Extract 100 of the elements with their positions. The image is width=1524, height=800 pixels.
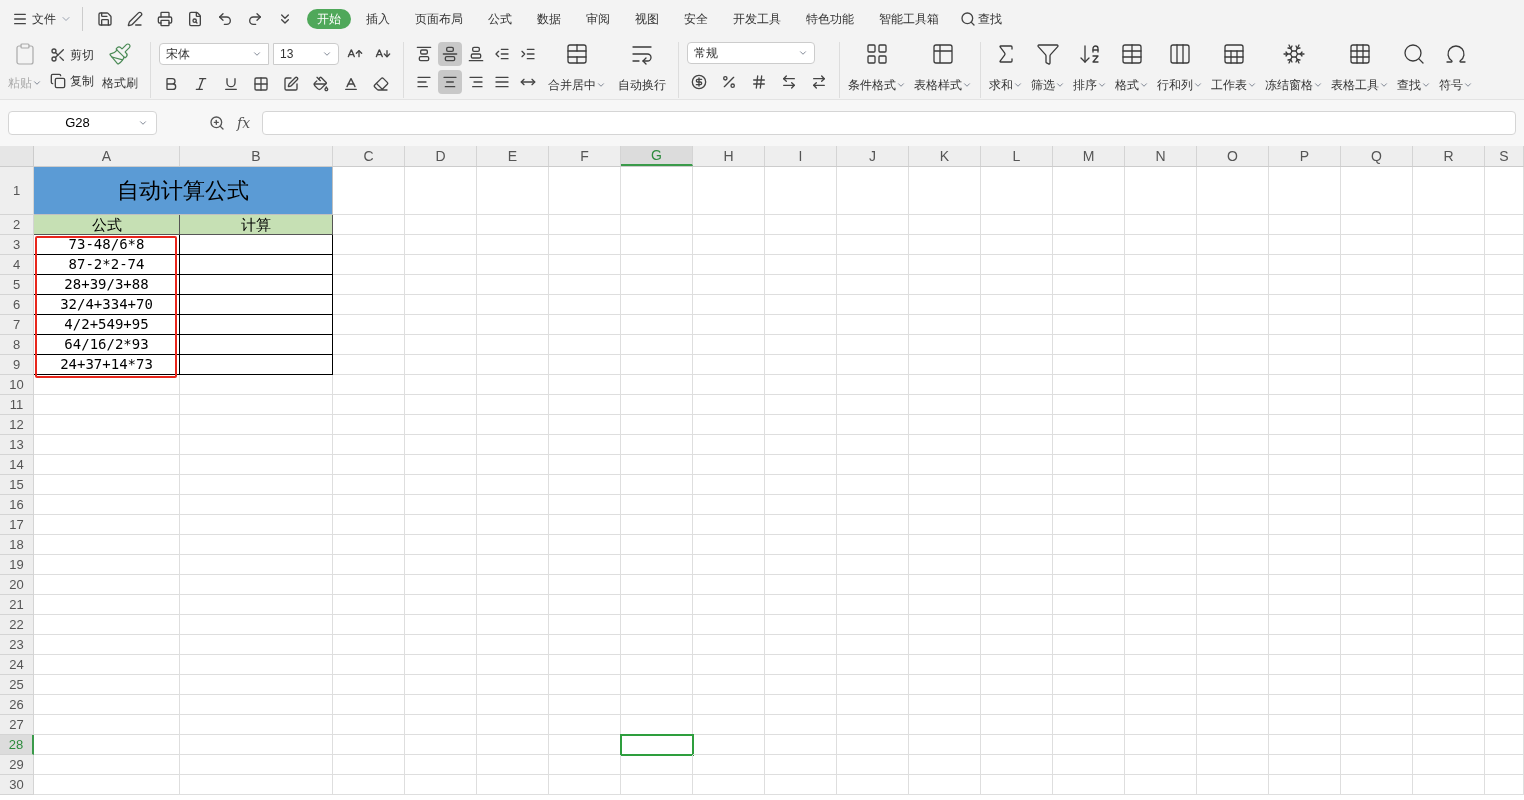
- ribbon-tab[interactable]: 公式: [478, 9, 522, 29]
- cut-button[interactable]: 剪切: [50, 46, 94, 64]
- ribbon-button[interactable]: 冻结窗格: [1261, 42, 1327, 94]
- ribbon-button[interactable]: 自动换行: [614, 42, 670, 94]
- ribbon-tab[interactable]: 开发工具: [723, 9, 791, 29]
- ribbon-button[interactable]: 行和列: [1153, 42, 1207, 94]
- row-header[interactable]: 10: [0, 375, 34, 395]
- row-header[interactable]: 1: [0, 167, 34, 215]
- column-header[interactable]: L: [981, 146, 1053, 166]
- ribbon-button[interactable]: 排序: [1069, 42, 1111, 94]
- ribbon-button[interactable]: 工作表: [1207, 42, 1261, 94]
- row-header[interactable]: 7: [0, 315, 34, 335]
- row-header[interactable]: 21: [0, 595, 34, 615]
- ribbon-tab[interactable]: 智能工具箱: [869, 9, 949, 29]
- ribbon-tab[interactable]: 数据: [527, 9, 571, 29]
- caret-icon: [1421, 80, 1431, 90]
- row-header[interactable]: 29: [0, 755, 34, 775]
- column-header[interactable]: N: [1125, 146, 1197, 166]
- row-header[interactable]: 6: [0, 295, 34, 315]
- column-header[interactable]: R: [1413, 146, 1485, 166]
- column-header[interactable]: O: [1197, 146, 1269, 166]
- row-header[interactable]: 16: [0, 495, 34, 515]
- ribbon-button[interactable]: 查找: [1393, 42, 1435, 94]
- function-label[interactable]: fx: [237, 112, 251, 134]
- ribbon-button[interactable]: 格式: [1111, 42, 1153, 94]
- column-header[interactable]: I: [765, 146, 837, 166]
- column-header[interactable]: E: [477, 146, 549, 166]
- ribbon-tab[interactable]: 页面布局: [405, 9, 473, 29]
- column-header[interactable]: K: [909, 146, 981, 166]
- row-header[interactable]: 15: [0, 475, 34, 495]
- decrease-decimal-icon: [811, 74, 827, 90]
- row-header[interactable]: 2: [0, 215, 34, 235]
- row-header[interactable]: 23: [0, 635, 34, 655]
- ribbon-button[interactable]: 表格工具: [1327, 42, 1393, 94]
- ribbon-tab[interactable]: 视图: [625, 9, 669, 29]
- column-header[interactable]: J: [837, 146, 909, 166]
- row-header[interactable]: 26: [0, 695, 34, 715]
- pen-icon: [127, 11, 143, 27]
- print-icon: [157, 11, 173, 27]
- row-header[interactable]: 14: [0, 455, 34, 475]
- column-header[interactable]: A: [34, 146, 180, 166]
- search-button[interactable]: 查找: [960, 10, 1002, 28]
- ribbon-tab[interactable]: 插入: [356, 9, 400, 29]
- row-header[interactable]: 18: [0, 535, 34, 555]
- column-header[interactable]: S: [1485, 146, 1524, 166]
- search-icon: [960, 11, 976, 27]
- row-header[interactable]: 9: [0, 355, 34, 375]
- row-header[interactable]: 22: [0, 615, 34, 635]
- formula-cell: 28+39/3+88: [34, 275, 180, 295]
- font-name-field[interactable]: 宋体: [159, 43, 269, 65]
- caret-icon: [138, 118, 148, 128]
- row-header[interactable]: 13: [0, 435, 34, 455]
- ribbon-button[interactable]: 符号: [1435, 42, 1477, 94]
- ribbon-tab[interactable]: 安全: [674, 9, 718, 29]
- row-header[interactable]: 11: [0, 395, 34, 415]
- select-all-corner[interactable]: [0, 146, 34, 166]
- row-header[interactable]: 3: [0, 235, 34, 255]
- zoom-button[interactable]: [209, 115, 225, 131]
- row-header[interactable]: 8: [0, 335, 34, 355]
- ribbon-button[interactable]: 表格样式: [910, 42, 976, 94]
- caret-icon: [962, 80, 972, 90]
- row-header[interactable]: 4: [0, 255, 34, 275]
- align-center-button[interactable]: [438, 70, 462, 94]
- ribbon-tab[interactable]: 特色功能: [796, 9, 864, 29]
- row-header[interactable]: 24: [0, 655, 34, 675]
- ribbon-tab[interactable]: 审阅: [576, 9, 620, 29]
- align-middle-button[interactable]: [438, 42, 462, 66]
- caret-icon: [798, 48, 808, 58]
- redo-icon: [247, 11, 263, 27]
- column-header[interactable]: Q: [1341, 146, 1413, 166]
- column-header[interactable]: M: [1053, 146, 1125, 166]
- row-header[interactable]: 20: [0, 575, 34, 595]
- eraser-icon: [373, 76, 389, 92]
- row-header[interactable]: 5: [0, 275, 34, 295]
- row-header[interactable]: 12: [0, 415, 34, 435]
- column-header[interactable]: P: [1269, 146, 1341, 166]
- ribbon-button[interactable]: 求和: [985, 42, 1027, 94]
- ribbon-button[interactable]: 筛选: [1027, 42, 1069, 94]
- row-header[interactable]: 19: [0, 555, 34, 575]
- selected-cell[interactable]: [621, 735, 693, 755]
- column-header[interactable]: D: [405, 146, 477, 166]
- funnel-icon: [1036, 42, 1060, 66]
- column-header[interactable]: B: [180, 146, 333, 166]
- row-header[interactable]: 27: [0, 715, 34, 735]
- formula-input[interactable]: [262, 111, 1516, 135]
- caret-icon: [252, 49, 262, 59]
- row-header[interactable]: 17: [0, 515, 34, 535]
- ribbon-button[interactable]: 合并居中: [544, 42, 610, 94]
- number-format-field[interactable]: 常规: [687, 42, 815, 64]
- copy-button[interactable]: 复制: [50, 72, 94, 90]
- format-painter-button[interactable]: 格式刷: [102, 42, 138, 92]
- row-header[interactable]: 30: [0, 775, 34, 795]
- ribbon-button[interactable]: 条件格式: [844, 42, 910, 94]
- column-header[interactable]: C: [333, 146, 405, 166]
- cell-style-icon: [283, 76, 299, 92]
- font-size-field[interactable]: 13: [273, 43, 339, 65]
- column-header[interactable]: H: [693, 146, 765, 166]
- row-header[interactable]: 25: [0, 675, 34, 695]
- name-box[interactable]: G28: [8, 111, 157, 135]
- file-menu[interactable]: 文件: [12, 10, 72, 28]
